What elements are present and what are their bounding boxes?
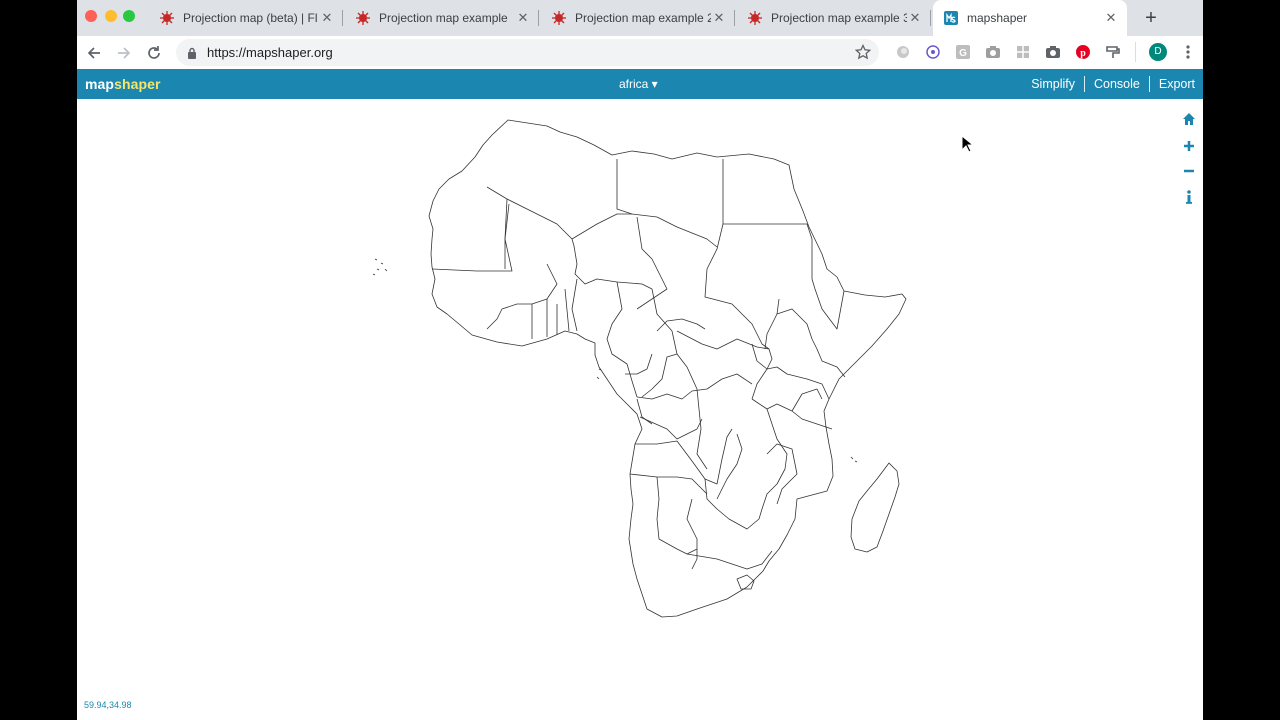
zoom-out-icon[interactable] [1181,163,1197,179]
new-tab-button[interactable]: + [1141,7,1161,29]
red-burst-icon [355,10,371,26]
tab-close-icon[interactable]: ✕ [711,10,727,26]
lock-icon [187,46,197,64]
red-burst-icon [159,10,175,26]
toolbar-divider [1135,42,1136,62]
info-icon[interactable] [1181,189,1197,205]
country-borders [431,159,846,570]
madagascar-outline [850,462,900,553]
console-button[interactable]: Console [1083,76,1149,92]
svg-text:G: G [959,48,967,59]
logo-main: map [85,76,115,92]
tab-title: mapshaper [967,11,1028,25]
red-burst-icon [747,10,763,26]
tab-close-icon[interactable]: ✕ [515,10,531,26]
extension-circle-icon[interactable] [895,44,911,60]
tab-projection-map-beta[interactable]: Projection map (beta) | Fl ✕ [149,0,343,36]
logo-accent: shaper [114,76,161,92]
map-canvas[interactable]: 59.94,34.98 [77,99,1203,720]
tab-close-icon[interactable]: ✕ [907,10,923,26]
browser-toolbar: https://mapshaper.org G p D [77,36,1203,70]
menu-kebab-icon[interactable] [1181,43,1195,63]
maximize-window-button[interactable] [123,10,135,22]
tab-title: Projection map example 3 [771,11,907,25]
cape-verde-islands [372,258,388,276]
reload-button[interactable] [144,43,164,63]
tab-projection-map-example-2[interactable]: Projection map example 2 ✕ [541,0,735,36]
extension-camera-icon[interactable] [985,44,1001,60]
layer-menu-button[interactable]: africa ▾ [619,77,658,91]
africa-map[interactable] [77,99,1203,720]
tab-mapshaper[interactable]: mapshaper ✕ [933,0,1127,36]
extension-paint-icon[interactable] [1105,44,1121,60]
home-icon[interactable] [1181,111,1197,127]
comoros-islands [850,456,858,463]
tab-projection-map-example-3[interactable]: Projection map example 3 ✕ [737,0,931,36]
tab-title: Projection map (beta) | Fl [183,11,318,25]
star-icon[interactable] [854,43,872,65]
coordinate-readout: 59.94,34.98 [84,700,132,710]
tab-title: Projection map example [379,11,508,25]
forward-button[interactable] [114,43,134,63]
profile-avatar[interactable]: D [1149,43,1167,61]
pinterest-icon[interactable]: p [1075,44,1091,60]
tab-projection-map-example[interactable]: Projection map example ✕ [345,0,539,36]
mapshaper-logo: mapshaper [85,76,161,92]
reload-icon [148,46,160,59]
mapshaper-icon [943,10,959,26]
red-burst-icon [551,10,567,26]
close-window-button[interactable] [85,10,97,22]
zoom-in-icon[interactable] [1181,138,1197,154]
header-nav: Simplify Console Export [1022,76,1195,92]
tab-strip: Projection map (beta) | Fl ✕ Projection … [77,0,1203,36]
forward-arrow-icon [118,47,131,59]
url-text: https://mapshaper.org [207,45,333,60]
browser-window: Projection map (beta) | Fl ✕ Projection … [77,0,1203,720]
extension-puzzle-icon[interactable] [1015,44,1031,60]
tab-title: Projection map example 2 [575,11,711,25]
svg-text:p: p [1080,48,1086,59]
africa-mainland-outline [428,119,907,618]
mouse-cursor-icon [961,134,975,158]
extension-g-icon[interactable]: G [955,44,971,60]
export-button[interactable]: Export [1148,76,1195,92]
tab-close-icon[interactable]: ✕ [319,10,335,26]
tab-close-icon[interactable]: ✕ [1103,10,1119,26]
extension-camera2-icon[interactable] [1045,44,1061,60]
simplify-button[interactable]: Simplify [1022,76,1084,92]
minimize-window-button[interactable] [105,10,117,22]
back-arrow-icon [87,47,100,59]
back-button[interactable] [84,43,104,63]
extension-target-icon[interactable] [925,44,941,60]
mapshaper-header: mapshaper africa ▾ Simplify Console Expo… [77,69,1203,99]
address-bar[interactable]: https://mapshaper.org [176,39,879,66]
sao-tome-islands [596,368,602,380]
